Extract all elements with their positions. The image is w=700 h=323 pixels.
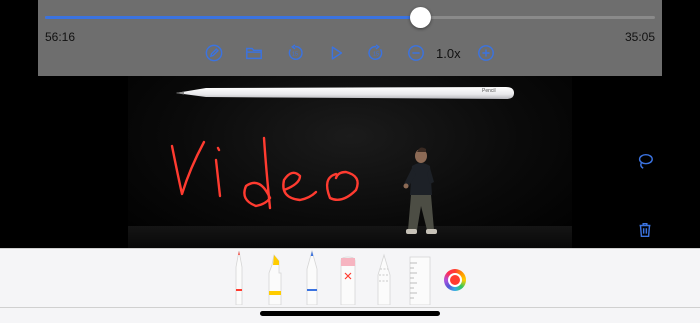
rewind-icon[interactable]: 15 — [284, 42, 306, 64]
svg-text:15: 15 — [292, 52, 298, 58]
presenter-figure — [403, 147, 437, 234]
marker-tool-icon[interactable] — [265, 253, 285, 305]
playback-controls: 15 15 1.0x — [38, 42, 662, 64]
playback-panel: 56:16 35:05 15 15 1.0x — [38, 0, 662, 76]
handwriting-video — [170, 136, 359, 210]
pen-tool-icon[interactable] — [229, 247, 249, 305]
pencil-engraving: Pencil — [482, 88, 496, 94]
progress-fill — [45, 16, 420, 19]
play-icon[interactable] — [325, 42, 347, 64]
eraser-tool-icon[interactable] — [338, 255, 358, 305]
color-picker-button[interactable] — [444, 269, 466, 291]
pencil-tool-icon[interactable] — [302, 247, 322, 305]
speed-up-icon[interactable] — [475, 42, 497, 64]
playback-speed[interactable]: 1.0x — [436, 46, 461, 61]
fast-forward-icon[interactable]: 15 — [365, 42, 387, 64]
markup-icon[interactable] — [203, 42, 225, 64]
selected-color-swatch — [450, 275, 460, 285]
speed-down-icon[interactable] — [405, 42, 427, 64]
svg-text:15: 15 — [373, 52, 379, 58]
color-picker-ring — [448, 273, 462, 287]
progress-slider[interactable] — [45, 7, 655, 28]
home-indicator[interactable] — [260, 311, 440, 316]
progress-thumb[interactable] — [409, 7, 431, 28]
stage-floor — [128, 226, 572, 248]
trash-icon[interactable] — [634, 219, 656, 241]
palette-divider — [0, 307, 700, 308]
folder-icon[interactable] — [243, 42, 265, 64]
lasso-icon[interactable] — [634, 150, 656, 172]
ruler-tool-icon[interactable] — [409, 255, 431, 305]
lasso-tool-icon[interactable] — [374, 253, 394, 305]
apple-pencil-image: Pencil — [176, 87, 514, 99]
